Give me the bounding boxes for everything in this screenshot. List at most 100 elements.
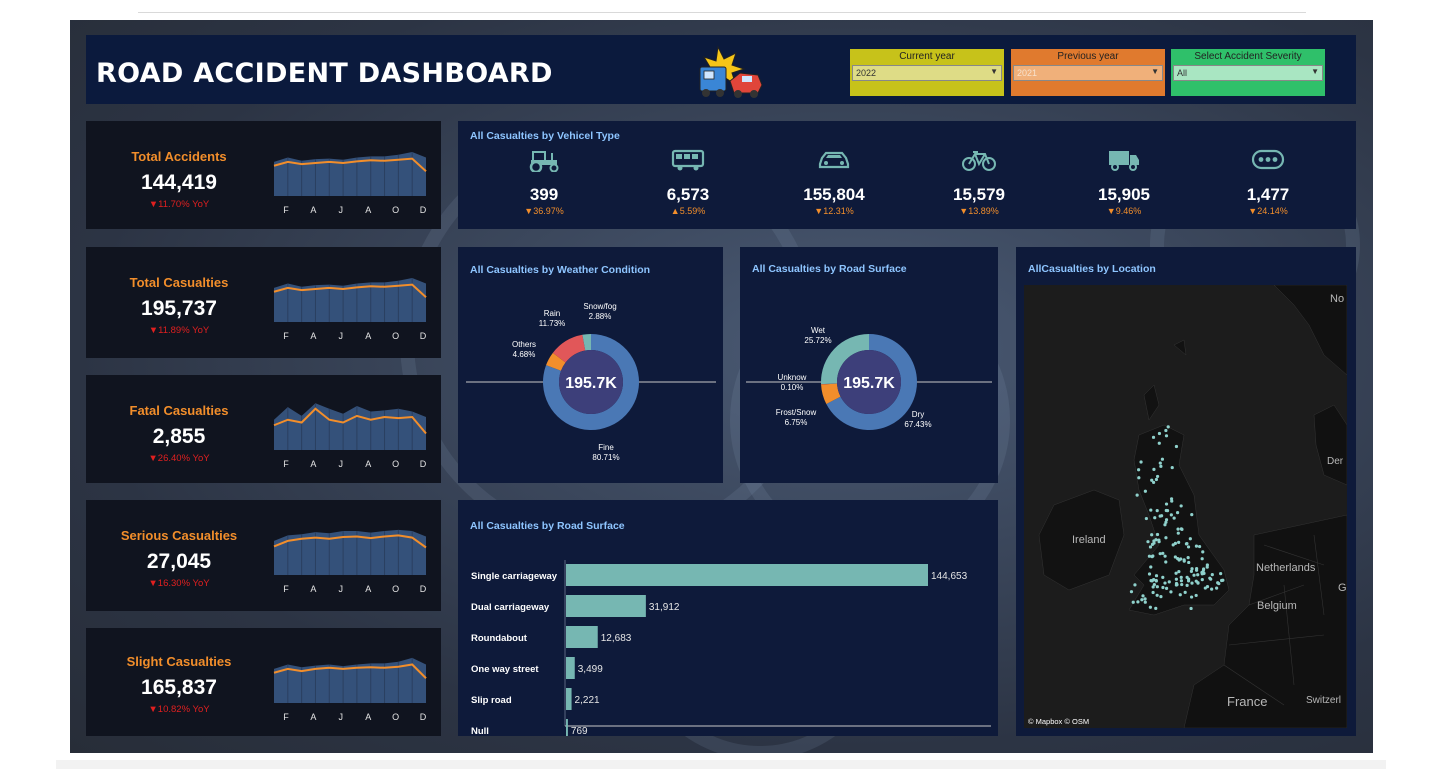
sparkline-month-label: O xyxy=(392,205,399,215)
casualty-location-dot xyxy=(1174,583,1178,587)
casualty-location-dot xyxy=(1186,545,1191,549)
vehicle-value: 155,804 xyxy=(803,185,865,204)
casualty-location-dot xyxy=(1150,533,1154,537)
current-year-filter[interactable]: Current year 2022 ▼ xyxy=(850,49,1004,96)
casualty-location-dot xyxy=(1164,428,1168,433)
bar[interactable] xyxy=(566,564,928,586)
map-label-denmark: Der xyxy=(1327,456,1344,467)
bus-icon xyxy=(628,147,748,173)
casualty-location-dot xyxy=(1172,516,1176,520)
casualty-location-dot xyxy=(1217,581,1221,586)
bar-category-label: One way street xyxy=(471,664,539,675)
sparkline-month-label: D xyxy=(420,459,427,469)
kpi-card-slight-casualties: Slight Casualties 165,837 ▼10.82% YoY F A… xyxy=(86,628,441,736)
chevron-down-icon: ▼ xyxy=(1151,67,1159,76)
donut-slice-percent: 0.10% xyxy=(781,383,804,392)
casualty-location-map[interactable]: Ireland Netherlands Belgium France Switz… xyxy=(1024,285,1347,728)
casualty-location-dot xyxy=(1152,467,1156,472)
vehicle-item-bicycle: 15,579 ▼13.89% xyxy=(919,147,1039,216)
casualty-location-dot xyxy=(1194,593,1198,598)
bar[interactable] xyxy=(566,595,646,617)
casualty-location-dot xyxy=(1148,545,1153,549)
sparkline-month-label: D xyxy=(420,205,427,215)
vehicle-yoy: ▼13.89% xyxy=(959,206,999,216)
kpi-value: 165,837 xyxy=(141,676,217,699)
kpi-yoy: ▼11.70% YoY xyxy=(148,199,210,210)
bar[interactable] xyxy=(566,719,568,736)
bar-value-label: 31,912 xyxy=(649,602,680,613)
casualty-location-dot xyxy=(1177,558,1181,562)
donut-slice-percent: 67.43% xyxy=(904,420,931,429)
bar-category-label: Roundabout xyxy=(471,633,528,644)
donut-slice-percent: 80.71% xyxy=(592,453,619,462)
sparkline-month-label: A xyxy=(310,331,316,341)
vehicle-type-title: All Casualties by Vehicel Type xyxy=(470,130,620,142)
tractor-icon xyxy=(484,147,604,173)
previous-year-dropdown[interactable]: 2021 ▼ xyxy=(1013,65,1163,81)
casualty-location-dot xyxy=(1147,554,1152,558)
accident-severity-dropdown[interactable]: All ▼ xyxy=(1173,65,1323,81)
map-label-france: France xyxy=(1227,694,1267,709)
donut-slice-label: Fine xyxy=(598,443,614,452)
casualty-location-dot xyxy=(1154,477,1159,482)
casualty-location-dot xyxy=(1161,585,1165,590)
sparkline-month-label: J xyxy=(339,205,344,215)
donut-slice-percent: 4.68% xyxy=(513,350,536,359)
casualty-location-dot xyxy=(1205,584,1210,589)
casualty-location-dot xyxy=(1164,560,1168,564)
kpi-value: 144,419 xyxy=(141,171,217,194)
casualty-location-dot xyxy=(1173,555,1177,559)
van-icon xyxy=(1064,147,1184,173)
accident-severity-filter[interactable]: Select Accident Severity All ▼ xyxy=(1171,49,1325,96)
casualty-location-dot xyxy=(1153,516,1157,520)
casualty-location-dot xyxy=(1155,585,1159,589)
kpi-title: Total Casualties xyxy=(129,275,229,290)
dashboard-title: ROAD ACCIDENT DASHBOARD xyxy=(96,58,553,89)
map-label-belgium: Belgium xyxy=(1257,600,1297,612)
bar[interactable] xyxy=(566,688,572,710)
bar[interactable] xyxy=(566,657,575,679)
casualty-location-dot xyxy=(1179,575,1183,579)
casualty-location-dot xyxy=(1197,544,1202,549)
kpi-value: 27,045 xyxy=(146,550,212,573)
map-label-switzerland: Switzerl xyxy=(1306,695,1341,706)
casualty-location-dot xyxy=(1157,431,1162,436)
donut-slice-percent: 11.73% xyxy=(539,319,566,328)
kpi-card-fatal-casualties: Fatal Casualties 2,855 ▼26.40% YoY F A J A O… xyxy=(86,375,441,483)
vehicle-value: 399 xyxy=(529,185,559,204)
sparkline-month-label: O xyxy=(392,712,399,722)
weather-condition-panel: All Casualties by Weather Condition 195.… xyxy=(458,247,723,483)
casualty-location-dot xyxy=(1129,590,1134,594)
sparkline-month-label: A xyxy=(310,712,316,722)
sparkline-month-label: O xyxy=(392,584,399,594)
current-year-dropdown[interactable]: 2022 ▼ xyxy=(852,65,1002,81)
map-canvas[interactable]: Ireland Netherlands Belgium France Switz… xyxy=(1024,285,1347,728)
casualty-location-dot xyxy=(1152,541,1156,545)
map-attribution: © Mapbox © OSM xyxy=(1028,717,1089,726)
kpi-title: Total Accidents xyxy=(131,149,227,164)
donut-slice-label: Frost/Snow xyxy=(776,408,817,417)
casualty-location-dot xyxy=(1154,574,1159,578)
casualty-location-dot xyxy=(1201,550,1205,554)
casualty-location-dot xyxy=(1202,567,1206,571)
bar[interactable] xyxy=(566,626,598,648)
vehicle-yoy: ▼24.14% xyxy=(1248,206,1288,216)
casualty-location-dot xyxy=(1200,557,1204,561)
casualty-location-dot xyxy=(1158,461,1162,465)
kpi-title: Serious Casualties xyxy=(120,528,238,543)
casualty-location-dot xyxy=(1133,583,1137,587)
previous-year-filter[interactable]: Previous year 2021 ▼ xyxy=(1011,49,1165,96)
sparkline-month-label: A xyxy=(365,205,371,215)
casualty-location-dot xyxy=(1202,571,1206,575)
casualty-location-dot xyxy=(1182,559,1186,563)
vehicle-yoy: ▼12.31% xyxy=(814,206,854,216)
chevron-down-icon: ▼ xyxy=(1311,67,1319,76)
casualty-location-dot xyxy=(1158,514,1162,518)
map-label-netherlands: Netherlands xyxy=(1256,562,1316,574)
map-label-norway: No xyxy=(1330,293,1344,305)
casualty-location-dot xyxy=(1219,572,1223,576)
vehicle-item-bus: 6,573 ▲5.59% xyxy=(628,147,748,216)
map-label-ireland: Ireland xyxy=(1072,534,1106,546)
casualty-location-dot xyxy=(1190,513,1194,517)
casualty-location-dot xyxy=(1196,573,1200,577)
